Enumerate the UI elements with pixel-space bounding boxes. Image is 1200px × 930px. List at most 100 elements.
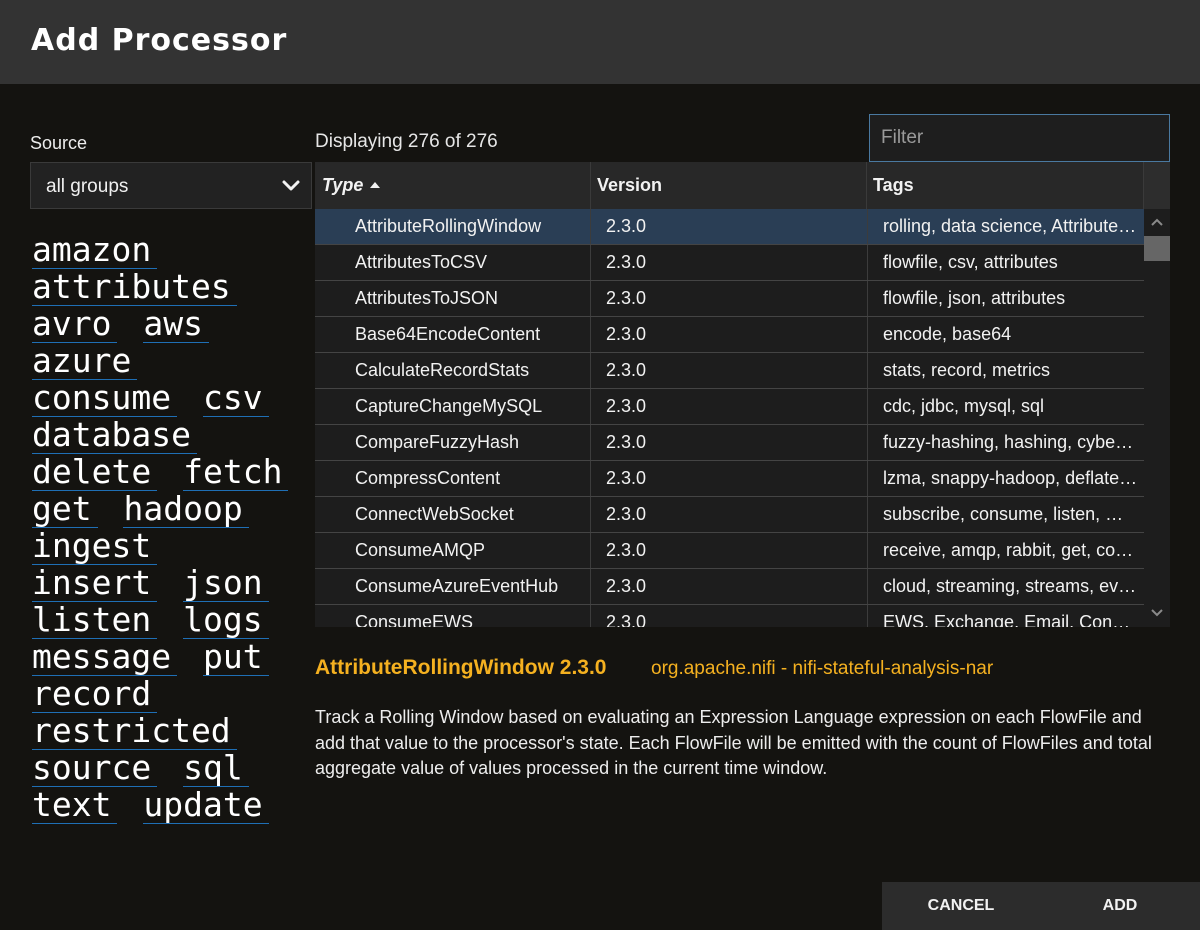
cell-tags: EWS, Exchange, Email, Consume [883,612,1144,627]
table-row[interactable]: CalculateRecordStats 2.3.0 stats, record, … [315,353,1144,389]
cell-version: 2.3.0 [591,389,868,424]
cell-version: 2.3.0 [591,425,868,460]
table-row[interactable]: AttributesToJSON 2.3.0 flowfile, json, att… [315,281,1144,317]
cell-tags: fuzzy-hashing, hashing, cyber-security [883,432,1144,452]
source-label: Source [30,133,88,153]
tag-delete[interactable]: delete [32,455,158,491]
tag-amazon[interactable]: amazon [32,233,158,269]
cell-type: ConsumeAzureEventHub [315,569,591,604]
dialog-title: Add Processor [31,23,288,58]
cell-type: ConsumeAMQP [315,533,591,568]
table-row[interactable]: AttributeRollingWindow 2.3.0 rolling, data… [315,209,1144,245]
cell-version: 2.3.0 [591,209,868,244]
cell-type: CompressContent [315,461,591,496]
table-row[interactable]: ConnectWebSocket 2.3.0 subscribe, consume,… [315,497,1144,533]
tag-listen[interactable]: listen [32,603,158,639]
processor-table: Type Version Tags AttributeRollingWindow… [315,162,1170,627]
tag-avro[interactable]: avro [32,307,118,343]
filter-input[interactable] [869,114,1170,162]
tag-text[interactable]: text [32,788,118,824]
cell-version: 2.3.0 [591,569,868,604]
cell-type: AttributesToCSV [315,245,591,280]
cell-type: CaptureChangeMySQL [315,389,591,424]
add-button[interactable]: ADD [1040,882,1200,930]
tag-csv[interactable]: csv [202,381,269,417]
cell-tags: flowfile, csv, attributes [883,252,1058,272]
tag-database[interactable]: database [32,418,197,454]
table-scrollbar[interactable] [1144,209,1170,627]
source-selected-value: all groups [46,176,129,197]
tag-hadoop[interactable]: hadoop [123,492,249,528]
chevron-down-icon [282,180,300,191]
cancel-button[interactable]: CANCEL [882,882,1040,930]
selected-processor-description: Track a Rolling Window based on evaluati… [315,707,1152,778]
cell-tags: stats, record, metrics [883,360,1051,380]
table-row[interactable]: CompareFuzzyHash 2.3.0 fuzzy-hashing, hash… [315,425,1144,461]
cell-tags: lzma, snappy-hadoop, deflate, compress [883,468,1144,488]
tag-message[interactable]: message [32,640,178,676]
tag-update[interactable]: update [143,788,269,824]
cell-type: AttributesToJSON [315,281,591,316]
tag-get[interactable]: get [32,492,98,528]
cell-tags: cdc, jdbc, mysql, sql [883,396,1045,416]
cell-version: 2.3.0 [591,533,868,568]
tag-ingest[interactable]: ingest [32,529,158,565]
tag-sql[interactable]: sql [183,751,249,787]
table-row[interactable]: CompressContent 2.3.0 lzma, snappy-hadoop,… [315,461,1144,497]
cell-type: AttributeRollingWindow [315,209,591,244]
table-row[interactable]: AttributesToCSV 2.3.0 flowfile, csv, attri… [315,245,1144,281]
table-row[interactable]: ConsumeAMQP 2.3.0 receive, amqp, rabbit, g… [315,533,1144,569]
table-row[interactable]: CaptureChangeMySQL 2.3.0 cdc, jdbc, mysql,… [315,389,1144,425]
cell-version: 2.3.0 [591,461,868,496]
cell-tags: rolling, data science, Attribute Express… [883,216,1144,236]
scroll-down-icon[interactable] [1150,606,1164,620]
tag-cloud: amazon attributes avro aws azure consume… [32,232,312,824]
tag-attributes[interactable]: attributes [32,270,237,306]
tag-logs[interactable]: logs [183,603,269,639]
header-gutter [1144,162,1170,209]
source-group-select[interactable]: all groups [30,162,312,209]
dialog-header: Add Processor [0,0,1200,84]
cell-tags: receive, amqp, rabbit, get, consume [883,540,1144,560]
cell-version: 2.3.0 [591,497,868,532]
tag-put[interactable]: put [202,640,269,676]
tag-aws[interactable]: aws [143,307,209,343]
tag-azure[interactable]: azure [32,344,138,380]
column-header-type[interactable]: Type [315,162,591,209]
sort-ascending-icon [370,182,381,188]
tag-restricted[interactable]: restricted [32,714,237,750]
cell-tags: subscribe, consume, listen, WebSocket [883,504,1144,524]
table-row[interactable]: ConsumeAzureEventHub 2.3.0 cloud, streamin… [315,569,1144,605]
tag-insert[interactable]: insert [32,566,158,602]
scroll-up-icon[interactable] [1150,215,1164,229]
cell-version: 2.3.0 [591,317,868,352]
cell-version: 2.3.0 [591,281,868,316]
cell-type: ConsumeEWS [315,605,591,627]
dialog-footer: CANCEL ADD [882,882,1200,930]
column-header-tags[interactable]: Tags [867,162,1144,209]
cell-version: 2.3.0 [591,245,868,280]
cell-tags: flowfile, json, attributes [883,288,1066,308]
cell-type: CalculateRecordStats [315,353,591,388]
displaying-count: Displaying 276 of 276 [315,131,498,152]
tag-fetch[interactable]: fetch [183,455,289,491]
table-rows: AttributeRollingWindow 2.3.0 rolling, data… [315,209,1144,627]
table-row[interactable]: Base64EncodeContent 2.3.0 encode, base64 [315,317,1144,353]
tag-record[interactable]: record [32,677,158,713]
tag-consume[interactable]: consume [32,381,178,417]
table-row[interactable]: ConsumeEWS 2.3.0 EWS, Exchange, Email, Con… [315,605,1144,627]
cell-type: ConnectWebSocket [315,497,591,532]
cell-version: 2.3.0 [591,353,868,388]
cell-tags: cloud, streaming, streams, eventhub [883,576,1144,596]
selected-processor-bundle: org.apache.nifi - nifi-stateful-analysis… [651,658,994,679]
selected-processor-title: AttributeRollingWindow 2.3.0 [315,656,607,679]
cell-version: 2.3.0 [591,605,868,627]
tag-source[interactable]: source [32,751,158,787]
cell-type: CompareFuzzyHash [315,425,591,460]
column-header-type-label: Type [322,175,364,195]
tag-json[interactable]: json [183,566,269,602]
column-header-version[interactable]: Version [591,162,867,209]
scrollbar-thumb[interactable] [1144,236,1170,261]
cell-type: Base64EncodeContent [315,317,591,352]
cell-tags: encode, base64 [883,324,1012,344]
